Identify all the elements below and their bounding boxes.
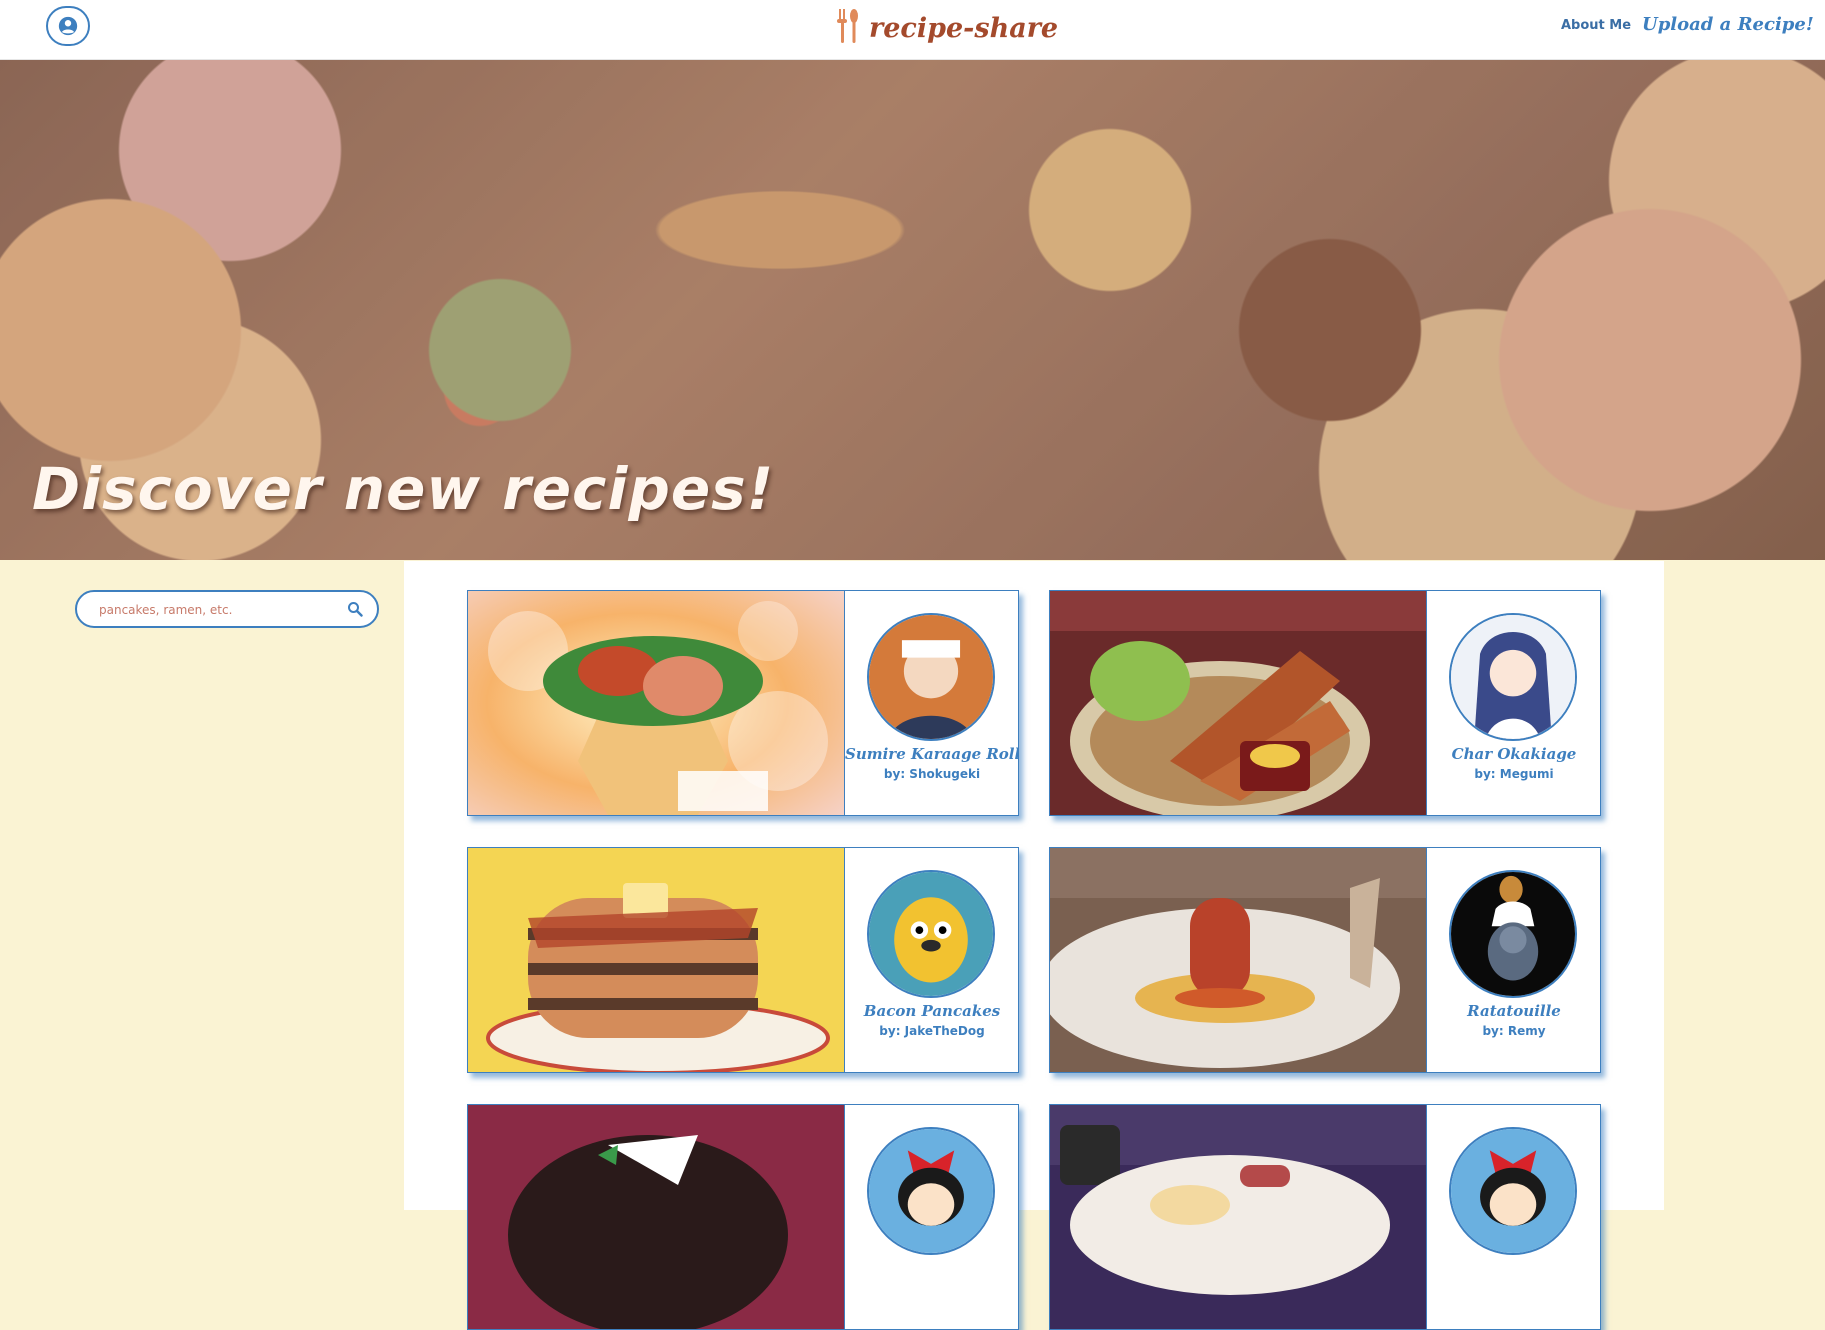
author-avatar — [1449, 870, 1577, 998]
top-navbar: recipe-share About Me Upload a Recipe! — [0, 0, 1825, 60]
search-bar — [75, 590, 379, 628]
fork-spoon-icon — [835, 7, 861, 49]
recipe-image — [468, 848, 844, 1072]
recipe-title: Sumire Karaage Roll — [845, 745, 1019, 763]
recipe-author: by: JakeTheDog — [879, 1024, 985, 1038]
recipe-card[interactable]: Sumire Karaage Roll by: Shokugeki — [467, 590, 1019, 816]
recipe-title: Bacon Pancakes — [863, 1002, 1001, 1020]
recipe-card[interactable] — [1049, 1104, 1601, 1330]
recipe-title: Char Okakiage — [1451, 745, 1577, 763]
recipe-info: Sumire Karaage Roll by: Shokugeki — [844, 591, 1019, 815]
user-circle-icon — [58, 16, 78, 36]
author-avatar — [867, 613, 995, 741]
recipe-title: Ratatouille — [1467, 1002, 1561, 1020]
author-avatar — [867, 1127, 995, 1255]
recipe-info — [1426, 1105, 1600, 1329]
brand-logo[interactable]: recipe-share — [835, 8, 1058, 48]
upload-recipe-link[interactable]: Upload a Recipe! — [1642, 14, 1814, 35]
search-input[interactable] — [97, 599, 341, 621]
about-me-link[interactable]: About Me — [1561, 18, 1631, 33]
recipe-image — [468, 591, 844, 815]
recipe-image — [468, 1105, 844, 1329]
recipe-image — [1050, 848, 1426, 1072]
recipe-card[interactable]: Bacon Pancakes by: JakeTheDog — [467, 847, 1019, 1073]
recipe-info: Bacon Pancakes by: JakeTheDog — [844, 848, 1018, 1072]
recipe-card[interactable] — [467, 1104, 1019, 1330]
recipe-author: by: Megumi — [1474, 767, 1554, 781]
recipe-info: Ratatouille by: Remy — [1426, 848, 1600, 1072]
brand-name: recipe-share — [869, 12, 1059, 44]
recipe-author: by: Remy — [1482, 1024, 1546, 1038]
profile-button[interactable] — [46, 6, 90, 46]
author-avatar — [867, 870, 995, 998]
recipe-card[interactable]: Char Okakiage by: Megumi — [1049, 590, 1601, 816]
search-icon[interactable] — [347, 601, 363, 617]
recipe-image — [1050, 1105, 1426, 1329]
recipe-info: Char Okakiage by: Megumi — [1426, 591, 1600, 815]
recipe-image — [1050, 591, 1426, 815]
recipe-author: by: Shokugeki — [883, 767, 981, 781]
hero-banner: Discover new recipes! — [0, 60, 1825, 560]
author-avatar — [1449, 613, 1577, 741]
author-avatar — [1449, 1127, 1577, 1255]
hero-title: Discover new recipes! — [32, 455, 775, 523]
recipe-card[interactable]: Ratatouille by: Remy — [1049, 847, 1601, 1073]
recipe-info — [844, 1105, 1018, 1329]
